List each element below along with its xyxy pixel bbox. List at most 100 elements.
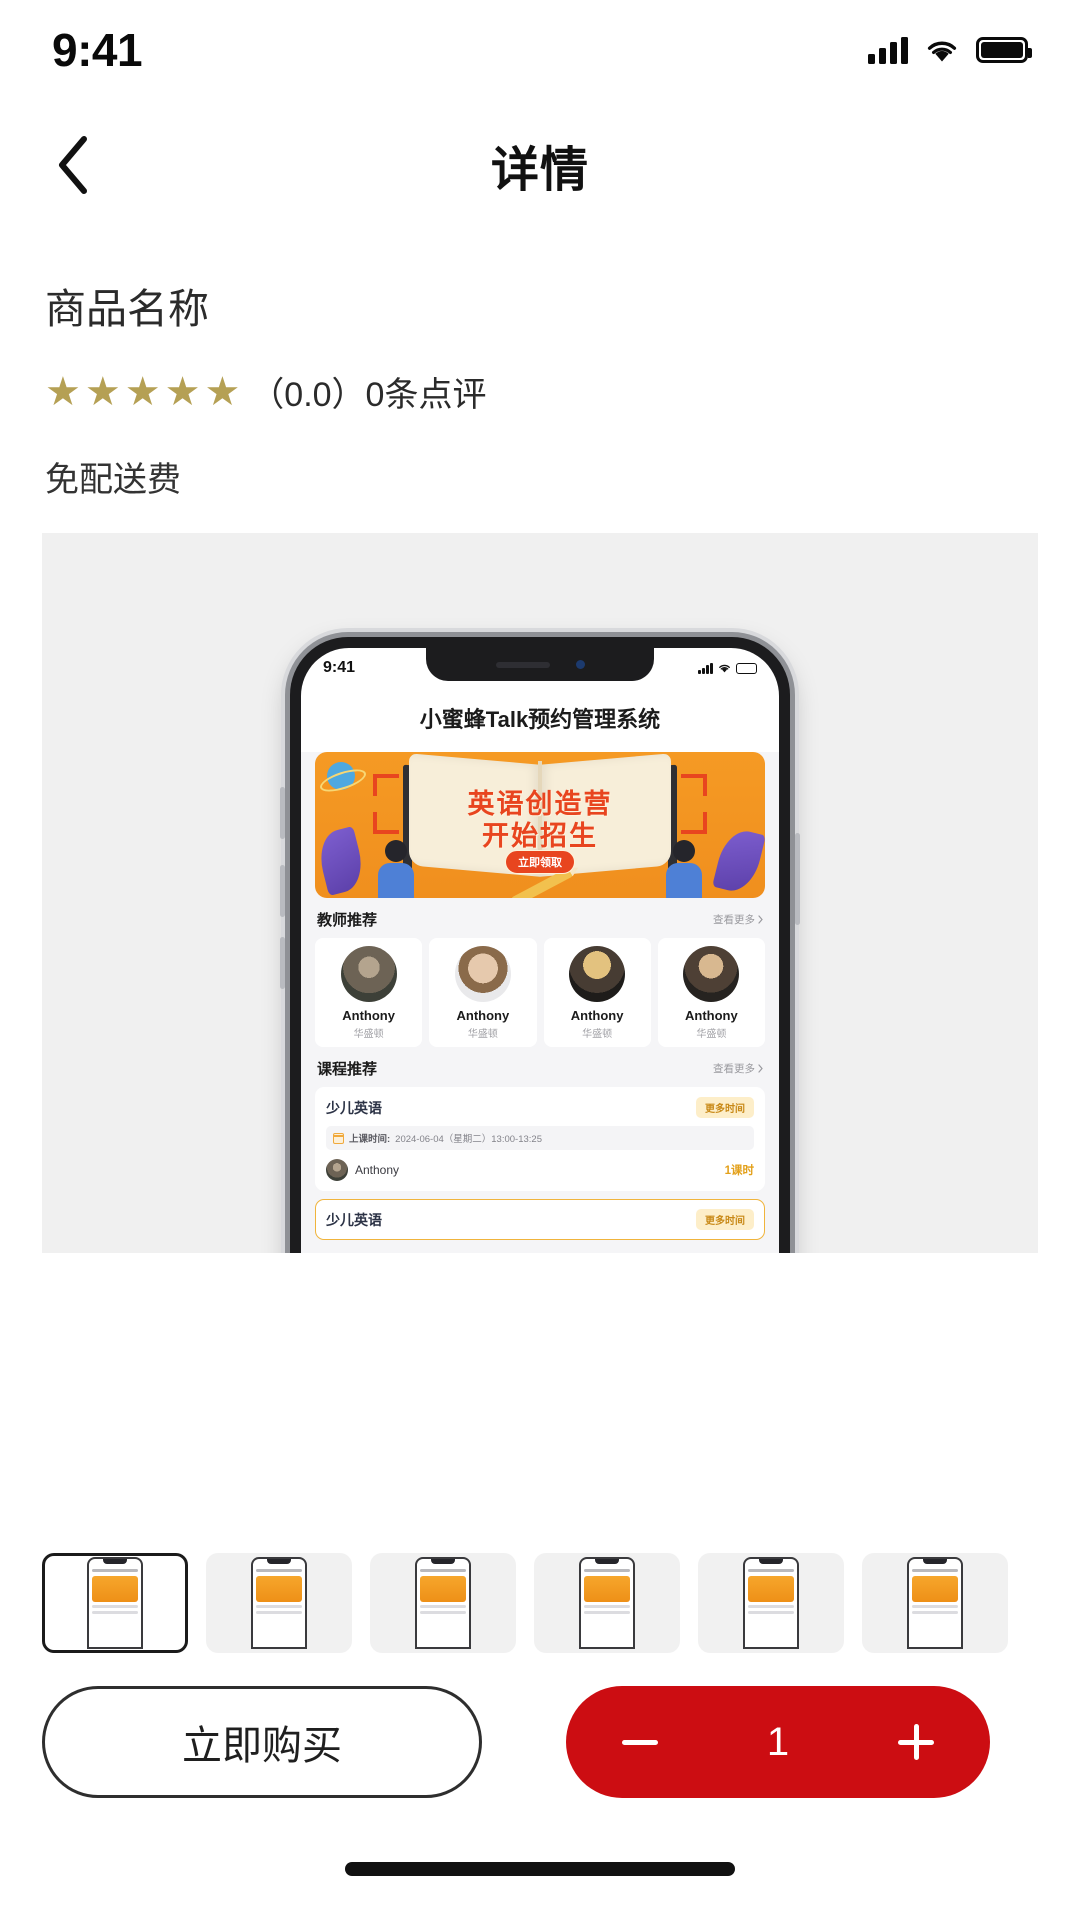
mockup-signal-icon: [698, 663, 713, 674]
avatar: [455, 946, 511, 1002]
mockup-status-time: 9:41: [323, 659, 355, 677]
course-teacher: Anthony: [326, 1159, 399, 1181]
course-card-header: 少儿英语 更多时间: [326, 1097, 754, 1118]
course-card-header: 少儿英语 更多时间: [326, 1209, 754, 1230]
rating-row: ★ ★ ★ ★ ★ （0.0）0条点评: [45, 367, 1035, 416]
leaf-icon: [712, 826, 765, 896]
thumbnail-preview: [579, 1557, 635, 1649]
teacher-card[interactable]: Anthony 华盛顿: [315, 938, 422, 1047]
teacher-location: 华盛顿: [662, 1025, 761, 1040]
star-icon: ★: [45, 372, 81, 412]
product-name: 商品名称: [45, 285, 1035, 334]
home-indicator: [345, 1862, 735, 1876]
star-rating: ★ ★ ★ ★ ★: [45, 372, 240, 412]
thumbnail-preview: [87, 1557, 143, 1649]
course-time-label: 上课时间:: [349, 1131, 390, 1145]
chevron-right-icon: [758, 1064, 763, 1073]
cellular-signal-icon: [868, 37, 908, 64]
thumbnail-item[interactable]: [698, 1553, 844, 1653]
mockup-body: 英语创造营 开始招生 立即领取 教师推荐 查看更多: [301, 752, 779, 1253]
teacher-section-title: 教师推荐: [317, 909, 377, 930]
leaf-icon: [315, 826, 368, 896]
teacher-name: Anthony: [662, 1008, 761, 1023]
promo-banner[interactable]: 英语创造营 开始招生 立即领取: [315, 752, 765, 898]
teacher-card[interactable]: Anthony 华盛顿: [658, 938, 765, 1047]
thumbnail-preview: [907, 1557, 963, 1649]
teacher-name: Anthony: [319, 1008, 418, 1023]
thumbnail-item[interactable]: [370, 1553, 516, 1653]
planet-icon: [327, 762, 355, 790]
thumbnail-preview: [251, 1557, 307, 1649]
course-time-row: 上课时间: 2024-06-04（星期二）13:00-13:25: [326, 1126, 754, 1150]
star-icon: ★: [125, 372, 161, 412]
student-illustration: [661, 840, 707, 898]
thumbnail-strip: [42, 1553, 1038, 1653]
status-bar: 9:41: [0, 0, 1080, 100]
mockup-wifi-icon: [718, 663, 731, 673]
star-icon: ★: [204, 372, 240, 412]
nav-bar: 详情: [0, 110, 1080, 220]
course-card[interactable]: 少儿英语 更多时间 上课时间: 2024-06-04（星期二）13:00-13:…: [315, 1087, 765, 1191]
shipping-label: 免配送费: [45, 452, 1035, 501]
product-meta: 商品名称 ★ ★ ★ ★ ★ （0.0）0条点评 免配送费: [45, 285, 1035, 501]
teacher-section-header: 教师推荐 查看更多: [315, 898, 765, 938]
course-card-footer: Anthony 1课时: [326, 1159, 754, 1181]
course-teacher-name: Anthony: [355, 1163, 399, 1177]
battery-icon: [976, 37, 1028, 63]
banner-cta-button[interactable]: 立即领取: [505, 850, 575, 874]
thumbnail-item[interactable]: [534, 1553, 680, 1653]
course-card[interactable]: 少儿英语 更多时间: [315, 1199, 765, 1240]
student-illustration: [373, 840, 419, 898]
teacher-card[interactable]: Anthony 华盛顿: [429, 938, 536, 1047]
teacher-location: 华盛顿: [319, 1025, 418, 1040]
course-see-more-link[interactable]: 查看更多: [713, 1061, 763, 1076]
thumbnail-preview: [743, 1557, 799, 1649]
teacher-location: 华盛顿: [548, 1025, 647, 1040]
teacher-card[interactable]: Anthony 华盛顿: [544, 938, 651, 1047]
course-see-more-label: 查看更多: [713, 1061, 755, 1076]
increment-button[interactable]: [888, 1714, 944, 1770]
mockup-app-title: 小蜜蜂Talk预约管理系统: [301, 688, 779, 750]
banner-headline-2: 开始招生: [482, 814, 598, 853]
mockup-battery-icon: [736, 663, 757, 674]
teacher-see-more-link[interactable]: 查看更多: [713, 912, 763, 927]
thumbnail-item[interactable]: [862, 1553, 1008, 1653]
chevron-right-icon: [758, 915, 763, 924]
quantity-stepper: 1: [566, 1686, 990, 1798]
phone-notch: [426, 648, 654, 681]
decrement-button[interactable]: [612, 1714, 668, 1770]
star-icon: ★: [165, 372, 201, 412]
teacher-name: Anthony: [548, 1008, 647, 1023]
teacher-location: 华盛顿: [433, 1025, 532, 1040]
avatar: [341, 946, 397, 1002]
status-icons: [868, 37, 1028, 64]
plus-icon: [914, 1724, 919, 1760]
chevron-left-icon: [56, 135, 90, 195]
product-main-image[interactable]: 9:41 小蜜蜂Talk预约管理系统: [42, 533, 1038, 1253]
avatar: [326, 1159, 348, 1181]
thumbnail-item[interactable]: [42, 1553, 188, 1653]
bracket-decoration: [373, 774, 399, 796]
calendar-icon: [333, 1133, 344, 1144]
bracket-decoration: [373, 812, 399, 834]
buy-now-button[interactable]: 立即购买: [42, 1686, 482, 1798]
more-time-badge[interactable]: 更多时间: [696, 1097, 754, 1118]
avatar: [569, 946, 625, 1002]
more-time-badge[interactable]: 更多时间: [696, 1209, 754, 1230]
page-title: 详情: [491, 130, 589, 200]
product-detail-screen: 9:41 详情 商品名称 ★ ★ ★ ★ ★: [0, 0, 1080, 1920]
teacher-see-more-label: 查看更多: [713, 912, 755, 927]
thumbnail-item[interactable]: [206, 1553, 352, 1653]
star-icon: ★: [85, 372, 121, 412]
course-hours: 1课时: [725, 1162, 754, 1178]
quantity-value: 1: [767, 1720, 789, 1765]
phone-screen: 9:41 小蜜蜂Talk预约管理系统: [301, 648, 779, 1253]
status-time: 9:41: [52, 23, 142, 77]
bottom-action-bar: 立即购买 1: [0, 1652, 1080, 1832]
course-time-value: 2024-06-04（星期二）13:00-13:25: [395, 1131, 542, 1145]
bracket-decoration: [681, 812, 707, 834]
back-button[interactable]: [36, 128, 110, 202]
bracket-decoration: [681, 774, 707, 796]
avatar: [683, 946, 739, 1002]
rating-text[interactable]: （0.0）0条点评: [250, 367, 486, 416]
